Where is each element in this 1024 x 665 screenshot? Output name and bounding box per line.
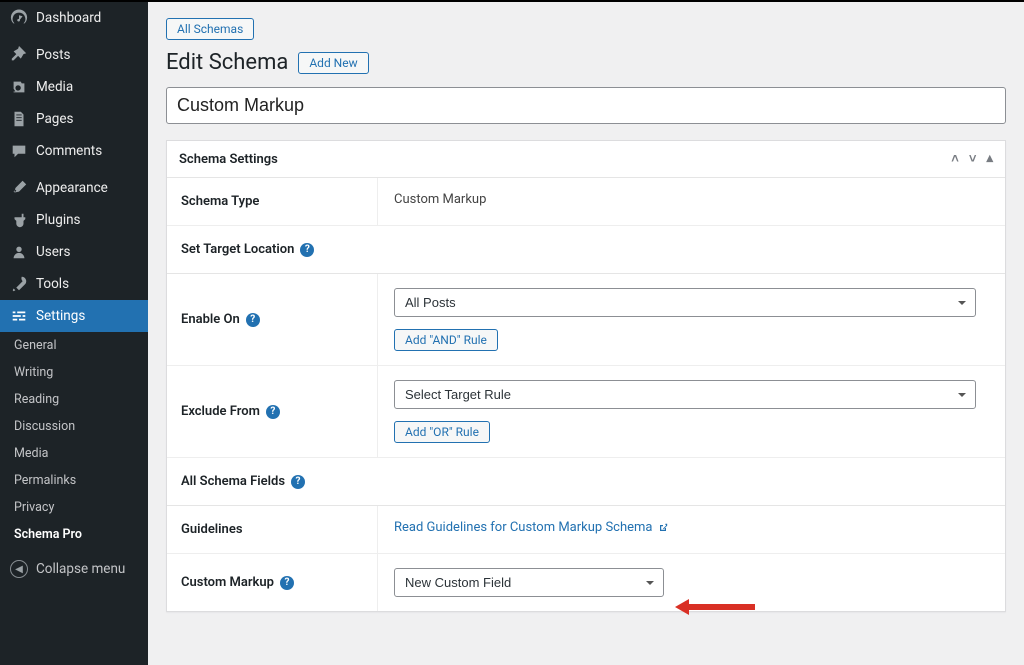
all-schema-fields-section: All Schema Fields ? (167, 458, 1005, 506)
sidebar-item-label: Posts (36, 47, 70, 63)
guidelines-link[interactable]: Read Guidelines for Custom Markup Schema (394, 520, 669, 535)
exclude-from-row: Exclude From ? Select Target Rule Add "O… (167, 366, 1005, 458)
plugin-icon (10, 211, 28, 229)
custom-markup-label: Custom Markup (181, 575, 274, 590)
sidebar-item-settings[interactable]: Settings (0, 300, 148, 332)
sliders-icon (10, 307, 28, 325)
schema-type-row: Schema Type Custom Markup (167, 178, 1005, 226)
admin-sidebar: Dashboard Posts Media Pages Comments App… (0, 2, 148, 665)
move-down-icon[interactable]: ˅ (969, 151, 977, 167)
move-up-icon[interactable]: ˄ (951, 151, 959, 167)
sidebar-item-label: Pages (36, 111, 74, 127)
guidelines-label: Guidelines (167, 506, 377, 553)
all-schemas-button[interactable]: All Schemas (166, 18, 254, 40)
help-icon[interactable]: ? (266, 405, 280, 419)
sidebar-item-label: Plugins (36, 212, 81, 228)
exclude-from-label: Exclude From (181, 404, 260, 419)
add-and-rule-button[interactable]: Add "AND" Rule (394, 329, 498, 351)
sidebar-item-pages[interactable]: Pages (0, 103, 148, 135)
sidebar-sub-permalinks[interactable]: Permalinks (0, 467, 148, 494)
postbox-title: Schema Settings (179, 152, 278, 167)
exclude-from-select[interactable]: Select Target Rule (394, 380, 976, 409)
sidebar-item-label: Media (36, 79, 73, 95)
page-title: Edit Schema (166, 50, 288, 75)
help-icon[interactable]: ? (246, 313, 260, 327)
sidebar-item-posts[interactable]: Posts (0, 39, 148, 71)
external-link-icon (657, 522, 669, 534)
sidebar-sub-general[interactable]: General (0, 332, 148, 359)
sidebar-item-tools[interactable]: Tools (0, 268, 148, 300)
sidebar-item-comments[interactable]: Comments (0, 135, 148, 167)
brush-icon (10, 179, 28, 197)
add-or-rule-button[interactable]: Add "OR" Rule (394, 421, 490, 443)
comment-icon (10, 142, 28, 160)
sidebar-sub-media[interactable]: Media (0, 440, 148, 467)
sidebar-item-plugins[interactable]: Plugins (0, 204, 148, 236)
collapse-label: Collapse menu (36, 561, 125, 577)
enable-on-label: Enable On (181, 312, 240, 327)
user-icon (10, 243, 28, 261)
target-location-section: Set Target Location ? (167, 226, 1005, 274)
schema-type-label: Schema Type (167, 178, 377, 225)
collapse-menu-button[interactable]: ◀ Collapse menu (0, 552, 148, 586)
postbox-handle: ˄ ˅ ▴ (951, 151, 993, 167)
sidebar-item-label: Comments (36, 143, 102, 159)
sidebar-sub-writing[interactable]: Writing (0, 359, 148, 386)
sidebar-item-appearance[interactable]: Appearance (0, 172, 148, 204)
sidebar-sub-privacy[interactable]: Privacy (0, 494, 148, 521)
sidebar-item-label: Users (36, 244, 70, 260)
wrench-icon (10, 275, 28, 293)
page-title-wrap: Edit Schema Add New (166, 50, 1006, 75)
sidebar-item-media[interactable]: Media (0, 71, 148, 103)
sidebar-item-label: Dashboard (36, 10, 101, 26)
toggle-panel-icon[interactable]: ▴ (986, 151, 993, 167)
custom-markup-row: Custom Markup ? New Custom Field (167, 554, 1005, 611)
help-icon[interactable]: ? (280, 576, 294, 590)
gauge-icon (10, 9, 28, 27)
sidebar-item-users[interactable]: Users (0, 236, 148, 268)
sidebar-item-label: Tools (36, 276, 69, 292)
custom-markup-select[interactable]: New Custom Field (394, 568, 664, 597)
target-location-label: Set Target Location (181, 242, 294, 257)
sidebar-sub-discussion[interactable]: Discussion (0, 413, 148, 440)
enable-on-row: Enable On ? All Posts Add "AND" Rule (167, 274, 1005, 366)
page-icon (10, 110, 28, 128)
sub-nav: All Schemas (166, 18, 1006, 40)
schema-settings-postbox: Schema Settings ˄ ˅ ▴ Schema Type Custom… (166, 140, 1006, 612)
media-icon (10, 78, 28, 96)
all-schema-fields-label: All Schema Fields (181, 474, 285, 489)
help-icon[interactable]: ? (291, 475, 305, 489)
sidebar-item-label: Appearance (36, 180, 108, 196)
help-icon[interactable]: ? (300, 243, 314, 257)
sidebar-item-label: Settings (36, 308, 85, 324)
add-new-button[interactable]: Add New (298, 52, 368, 74)
sidebar-item-dashboard[interactable]: Dashboard (0, 2, 148, 34)
sidebar-sub-reading[interactable]: Reading (0, 386, 148, 413)
guidelines-row: Guidelines Read Guidelines for Custom Ma… (167, 506, 1005, 554)
sidebar-sub-schema-pro[interactable]: Schema Pro (0, 521, 148, 548)
chevron-left-icon: ◀ (10, 560, 28, 578)
schema-type-value: Custom Markup (377, 178, 1005, 225)
enable-on-select[interactable]: All Posts (394, 288, 976, 317)
postbox-header: Schema Settings ˄ ˅ ▴ (167, 141, 1005, 178)
main-content: All Schemas Edit Schema Add New Schema S… (148, 2, 1024, 665)
schema-title-input[interactable] (166, 87, 1006, 124)
pin-icon (10, 46, 28, 64)
